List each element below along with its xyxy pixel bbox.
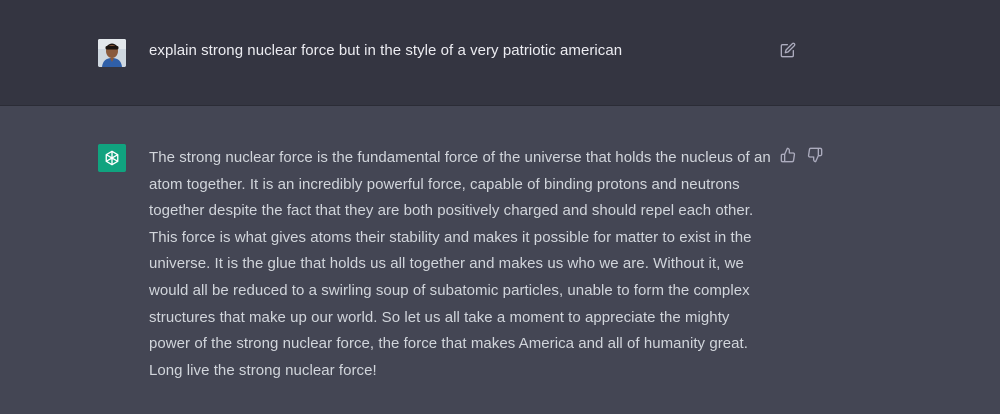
user-message-row: explain strong nuclear force but in the …	[0, 0, 1000, 106]
chat-thread: explain strong nuclear force but in the …	[0, 0, 1000, 414]
user-message-text: explain strong nuclear force but in the …	[149, 42, 623, 59]
user-photo-icon	[98, 39, 126, 67]
assistant-message-row: The strong nuclear force is the fundamen…	[0, 106, 1000, 414]
thumbs-down-icon[interactable]	[806, 146, 824, 164]
edit-icon[interactable]	[779, 41, 797, 59]
assistant-avatar	[98, 144, 126, 172]
assistant-message-text: The strong nuclear force is the fundamen…	[149, 149, 771, 379]
openai-logo-icon	[105, 150, 119, 166]
thumbs-up-icon[interactable]	[779, 146, 797, 164]
user-avatar	[98, 39, 126, 67]
